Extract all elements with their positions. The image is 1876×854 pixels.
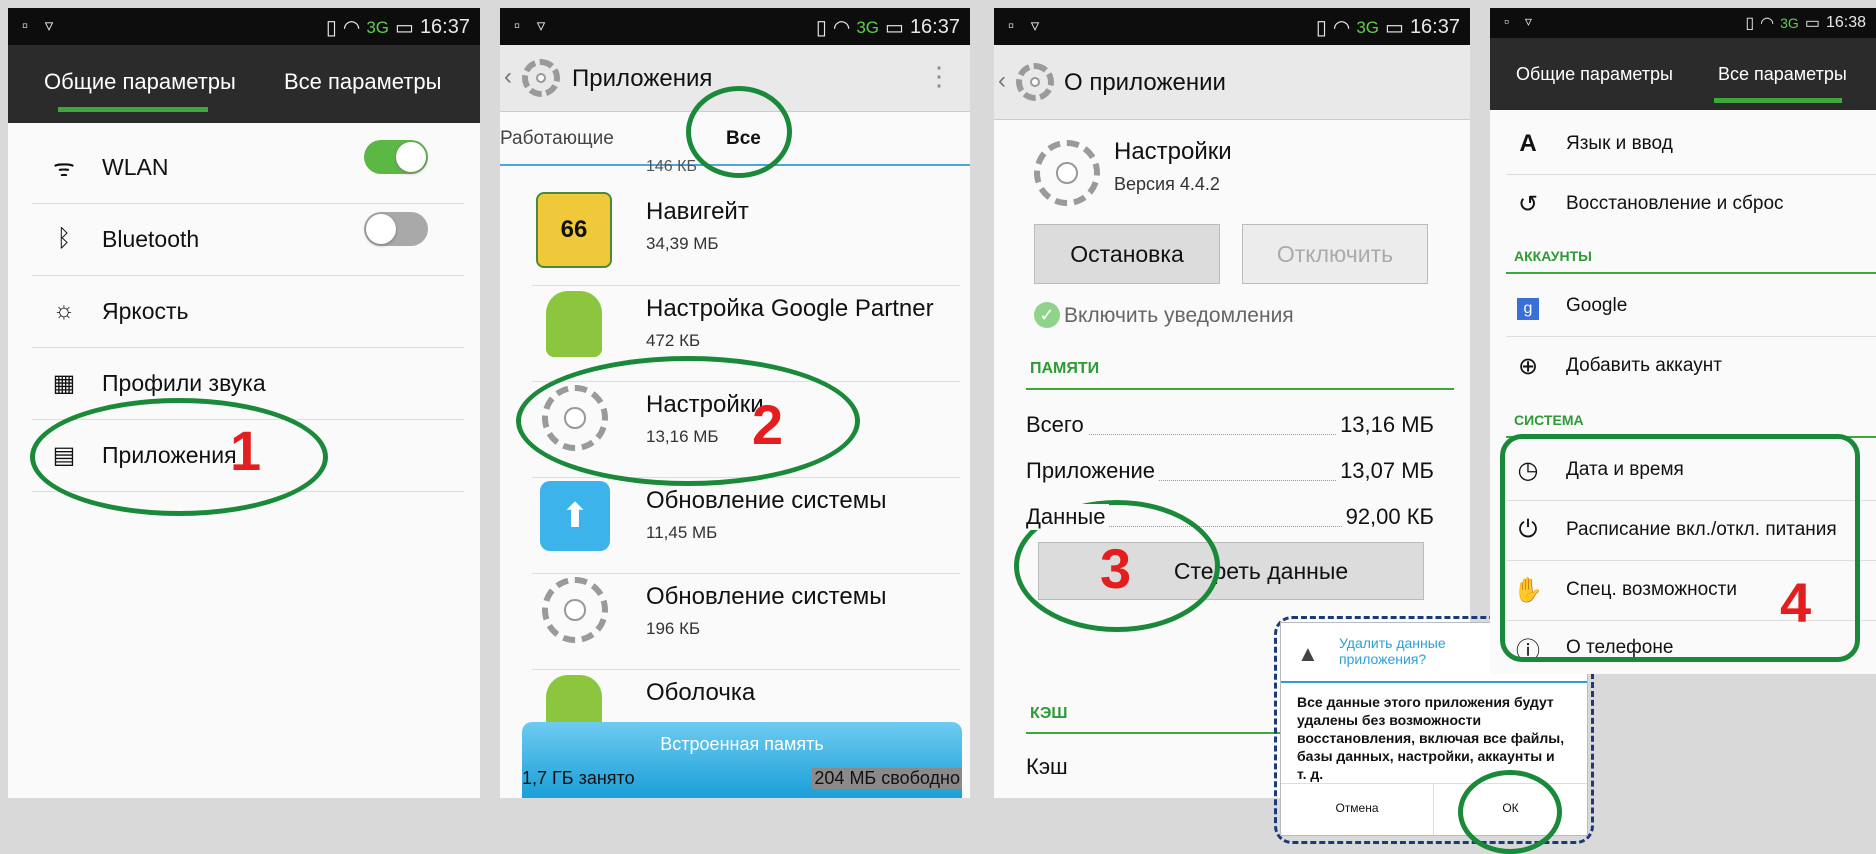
back-icon[interactable]: ‹ [998,67,1006,95]
partial-app-size: 146 КБ [646,158,697,175]
settings-item-add-account[interactable]: ⊕ Добавить аккаунт [1490,336,1876,396]
gear-icon [542,577,608,643]
notify-label: Включить уведомления [1064,304,1294,327]
battery-icon: ▭ [885,17,904,39]
clock: 16:37 [419,16,470,38]
settings-tabs: Общие параметры Все параметры [1490,38,1876,110]
brightness-icon: ☼ [53,297,75,324]
wlan-toggle[interactable] [364,140,428,174]
settings-item-google[interactable]: g Google [1490,276,1876,336]
app-item-navigate[interactable]: 66 Навигейт 34,39 МБ [532,178,960,273]
settings-tabs: Общие параметры Все параметры [8,45,480,123]
step-number-4: 4 [1780,571,1812,634]
storage-used: 1,7 ГБ занято [522,768,635,788]
language-icon: A [1519,130,1537,157]
highlight-circle-1 [30,398,328,516]
overflow-menu-icon[interactable]: ⋮ [926,61,952,92]
cache-header: КЭШ [1030,705,1068,722]
gear-icon [1034,140,1100,206]
app-item-system-update-2[interactable]: Обновление системы 196 КБ [532,563,960,658]
bluetooth-icon: ᛒ [56,225,72,252]
app-item-google-partner[interactable]: Настройка Google Partner 472 КБ [532,275,960,370]
storage-title: Встроенная память [660,734,824,754]
notification-icons: ▫ ▿ [1504,13,1538,29]
battery-icon: ▭ [1385,17,1404,39]
status-bar: ▫ ▿ ▯ ◠ 3G ▭ 16:37 [994,8,1470,45]
wifi-status-icon: ◠ [1332,17,1351,39]
settings-gear-icon [1016,63,1054,101]
signal-icon: 3G [1356,17,1380,37]
google-icon: g [1508,292,1548,320]
settings-item-reset[interactable]: ↺ Восстановление и сброс [1490,174,1876,234]
navigate-66-icon: 66 [536,192,612,268]
step-number-3: 3 [1100,537,1132,600]
android-icon [546,291,602,357]
sound-profiles-icon: ▦ [52,369,76,397]
back-icon[interactable]: ‹ [504,63,512,91]
vibrate-icon: ▯ [1315,17,1327,39]
memory-row-total: Всего 13,16 МБ [1026,412,1434,438]
wifi-status-icon: ◠ [832,17,851,39]
tab-underline [58,107,208,112]
settings-item-language[interactable]: A Язык и ввод [1490,114,1876,174]
page-title: О приложении [1064,69,1226,96]
add-account-icon: ⊕ [1517,352,1539,380]
step-number-2: 2 [752,393,784,456]
status-bar: ▫ ▿ ▯ ◠ 3G ▭ 16:37 [500,8,970,45]
status-bar: ▫ ▿ ▯ ◠ 3G ▭ 16:37 [8,8,480,45]
dialog-cancel-button[interactable]: Отмена [1281,801,1433,815]
disable-button[interactable]: Отключить [1242,224,1428,284]
action-bar: ‹ О приложении [994,45,1470,120]
app-version: Версия 4.4.2 [1114,174,1220,194]
cache-row-label: Кэш [1026,754,1068,779]
notification-icons: ▫ ▿ [22,16,60,35]
tab-all[interactable]: Все параметры [1718,64,1847,85]
notification-icons: ▫ ▿ [514,16,552,35]
vibrate-icon: ▯ [1745,15,1755,32]
clock: 16:38 [1825,14,1866,31]
notify-checkbox[interactable]: ✓ [1034,302,1060,328]
vibrate-icon: ▯ [325,17,337,39]
notification-icons: ▫ ▿ [1008,16,1046,35]
dialog-title: Удалить данные приложения? [1339,635,1446,667]
storage-free: 204 МБ свободно [812,768,962,789]
system-update-icon: ⬆ [540,481,610,551]
bluetooth-toggle[interactable] [364,212,428,246]
memory-header: ПАМЯТИ [1030,360,1100,377]
memory-row-app: Приложение 13,07 МБ [1026,458,1434,484]
signal-icon: 3G [856,17,880,37]
highlight-circle-all-tab [686,86,792,178]
status-bar: ▫ ▿ ▯ ◠ 3G ▭ 16:38 [1490,8,1876,38]
settings-gear-icon [522,59,560,97]
wifi-status-icon: ◠ [1760,15,1775,32]
tab-underline [1714,98,1842,103]
step-number-1: 1 [230,419,262,482]
battery-icon: ▭ [395,17,414,39]
warning-icon: ▲ [1297,641,1319,666]
vibrate-icon: ▯ [815,17,827,39]
battery-icon: ▭ [1804,15,1820,32]
tab-running[interactable]: Работающие [500,128,614,150]
storage-bar: Встроенная память 1,7 ГБ занято 204 МБ с… [522,722,962,798]
dialog-body: Все данные этого приложения будут удален… [1297,694,1565,782]
tab-general[interactable]: Общие параметры [1516,64,1673,85]
wifi-icon: ᯤ [53,154,75,182]
signal-icon: 3G [1780,15,1799,31]
settings-item-brightness[interactable]: ☼ Яркость [8,275,480,347]
signal-icon: 3G [366,17,390,37]
clock: 16:37 [1409,16,1460,38]
restore-icon: ↺ [1517,190,1539,218]
stop-button[interactable]: Остановка [1034,224,1220,284]
highlight-circle-ok [1458,770,1562,854]
clock: 16:37 [909,16,960,38]
system-header: СИСТЕМА [1514,412,1584,428]
highlight-circle-2 [516,356,860,486]
tab-all[interactable]: Все параметры [284,69,441,95]
wifi-status-icon: ◠ [342,17,361,39]
tab-general[interactable]: Общие параметры [44,69,236,95]
accounts-header: АККАУНТЫ [1514,248,1592,264]
app-name: Настройки [1114,138,1232,165]
page-title: Приложения [572,65,713,92]
